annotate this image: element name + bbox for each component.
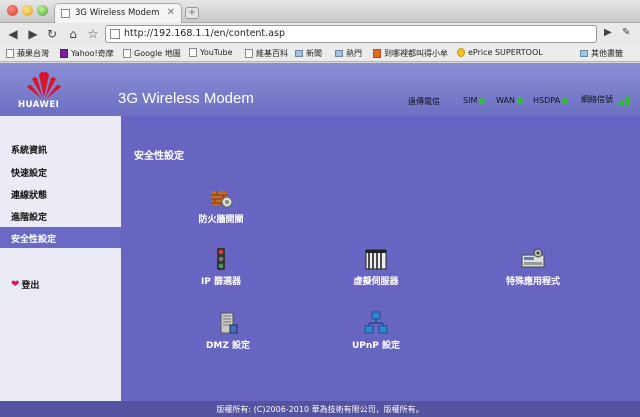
folder-icon <box>295 50 303 57</box>
bookmark-item[interactable]: YouTube <box>189 48 233 57</box>
page-title: 安全性設定 <box>134 151 184 162</box>
page-icon <box>245 49 253 58</box>
sidebar: 系統資訊 快速設定 連線狀態 進階設定 安全性設定 ❤ 登出 <box>0 116 121 401</box>
bookmarks-bar: 蘋果台灣 Yahoo!奇摩 Google 地圖 YouTube 維基百科 新聞 … <box>0 45 640 62</box>
copyright-text: 版權所有: (C)2006-2010 華為技術有限公司，版權所有。 <box>216 405 424 414</box>
network-icon <box>364 311 388 334</box>
logout-button[interactable]: ❤ 登出 <box>11 278 39 291</box>
page-footer: 版權所有: (C)2006-2010 華為技術有限公司，版權所有。 <box>0 401 640 417</box>
forward-icon[interactable]: ▶ <box>26 27 40 41</box>
signal-bars-icon <box>616 94 630 105</box>
reload-icon[interactable]: ↻ <box>45 27 59 41</box>
page-icon <box>61 9 70 18</box>
star-icon <box>457 48 465 57</box>
special-application-link[interactable]: 特殊應用程式 <box>483 247 583 287</box>
other-bookmarks-folder[interactable]: 其他書籤 <box>580 48 623 59</box>
bookmark-item[interactable]: Yahoo!奇摩 <box>60 48 114 59</box>
minimize-window-button[interactable] <box>22 5 33 16</box>
ip-filter-link[interactable]: IP 篩選器 <box>171 247 271 287</box>
sim-status: SIM <box>463 96 486 105</box>
signal-status: 網絡信號 <box>581 94 630 105</box>
logout-icon: ❤ <box>11 279 20 290</box>
folder-icon <box>580 50 588 57</box>
zoom-window-button[interactable] <box>37 5 48 16</box>
status-dot <box>479 97 486 104</box>
page-menu-icon[interactable]: ▶ <box>604 27 612 38</box>
sidebar-item-security[interactable]: 安全性設定 <box>0 227 121 248</box>
yahoo-icon <box>60 49 68 58</box>
home-icon[interactable]: ⌂ <box>66 27 80 41</box>
bookmark-folder[interactable]: 新聞 <box>295 48 322 59</box>
logo-text: HUAWEI <box>18 100 60 110</box>
bookmark-star-icon[interactable]: ☆ <box>86 27 100 41</box>
page-icon <box>373 49 381 58</box>
bookmark-item[interactable]: 蘋果台灣 <box>6 48 49 59</box>
browser-tab[interactable]: 3G Wireless Modem ✕ <box>54 3 182 23</box>
sidebar-item-advanced-settings[interactable]: 進階設定 <box>11 210 47 223</box>
page-icon <box>110 29 120 39</box>
close-window-button[interactable] <box>7 5 18 16</box>
signal-bar <box>616 102 618 105</box>
sidebar-item-system-info[interactable]: 系統資訊 <box>11 143 47 156</box>
main-panel: 安全性設定 防火牆開關 IP 篩選器 虛擬伺服器 特殊應用程式 DMZ 設定 U… <box>121 116 640 401</box>
hsdpa-status: HSDPA <box>533 96 569 105</box>
page-icon <box>123 49 131 58</box>
bookmark-item[interactable]: Google 地圖 <box>123 48 181 59</box>
tab-title: 3G Wireless Modem <box>75 8 160 18</box>
signal-bar <box>625 96 627 105</box>
new-tab-button[interactable]: + <box>185 7 199 19</box>
server-rack-icon <box>365 249 387 270</box>
close-tab-icon[interactable]: ✕ <box>167 7 175 18</box>
product-name: 3G Wireless Modem <box>118 90 254 107</box>
signal-bar <box>628 94 630 105</box>
virtual-server-link[interactable]: 虛擬伺服器 <box>326 247 426 287</box>
firewall-switch-link[interactable]: 防火牆開關 <box>171 185 271 225</box>
dmz-server-icon <box>220 312 238 334</box>
application-icon <box>521 248 545 268</box>
page-icon <box>189 48 197 57</box>
address-bar[interactable]: http://192.168.1.1/en/content.asp <box>105 25 597 43</box>
back-icon[interactable]: ◀ <box>6 27 20 41</box>
status-dot <box>516 97 523 104</box>
signal-bar <box>622 98 624 105</box>
folder-icon <box>335 50 343 57</box>
sidebar-item-connection-status[interactable]: 連線狀態 <box>11 188 47 201</box>
sidebar-item-quick-setup[interactable]: 快速設定 <box>11 166 47 179</box>
status-dot <box>562 97 569 104</box>
carrier-name: 遠傳電信 <box>408 97 440 106</box>
wrench-icon[interactable]: ✎ <box>622 27 630 38</box>
browser-titlebar: 3G Wireless Modem ✕ + <box>0 0 640 23</box>
signal-bar <box>619 100 621 105</box>
traffic-light-icon <box>217 248 225 270</box>
url-text[interactable]: http://192.168.1.1/en/content.asp <box>124 28 285 39</box>
page-header: HUAWEI 3G Wireless Modem 遠傳電信 SIM WAN HS… <box>0 63 640 116</box>
sidebar-item-label: 安全性設定 <box>11 235 57 245</box>
upnp-settings-link[interactable]: UPnP 設定 <box>326 311 426 351</box>
bookmark-item[interactable]: 到哪裡都叫得小牟 <box>373 48 448 59</box>
bookmark-item[interactable]: 維基百科 <box>245 48 288 59</box>
bookmark-item[interactable]: ePrice SUPERTOOL <box>457 48 543 57</box>
wan-status: WAN <box>496 96 523 105</box>
browser-toolbar: ◀ ▶ ↻ ⌂ ☆ http://192.168.1.1/en/content.… <box>0 23 640 45</box>
firewall-icon <box>211 191 233 208</box>
page-icon <box>6 49 14 58</box>
bookmark-folder[interactable]: 熱門 <box>335 48 362 59</box>
dmz-settings-link[interactable]: DMZ 設定 <box>178 311 278 351</box>
